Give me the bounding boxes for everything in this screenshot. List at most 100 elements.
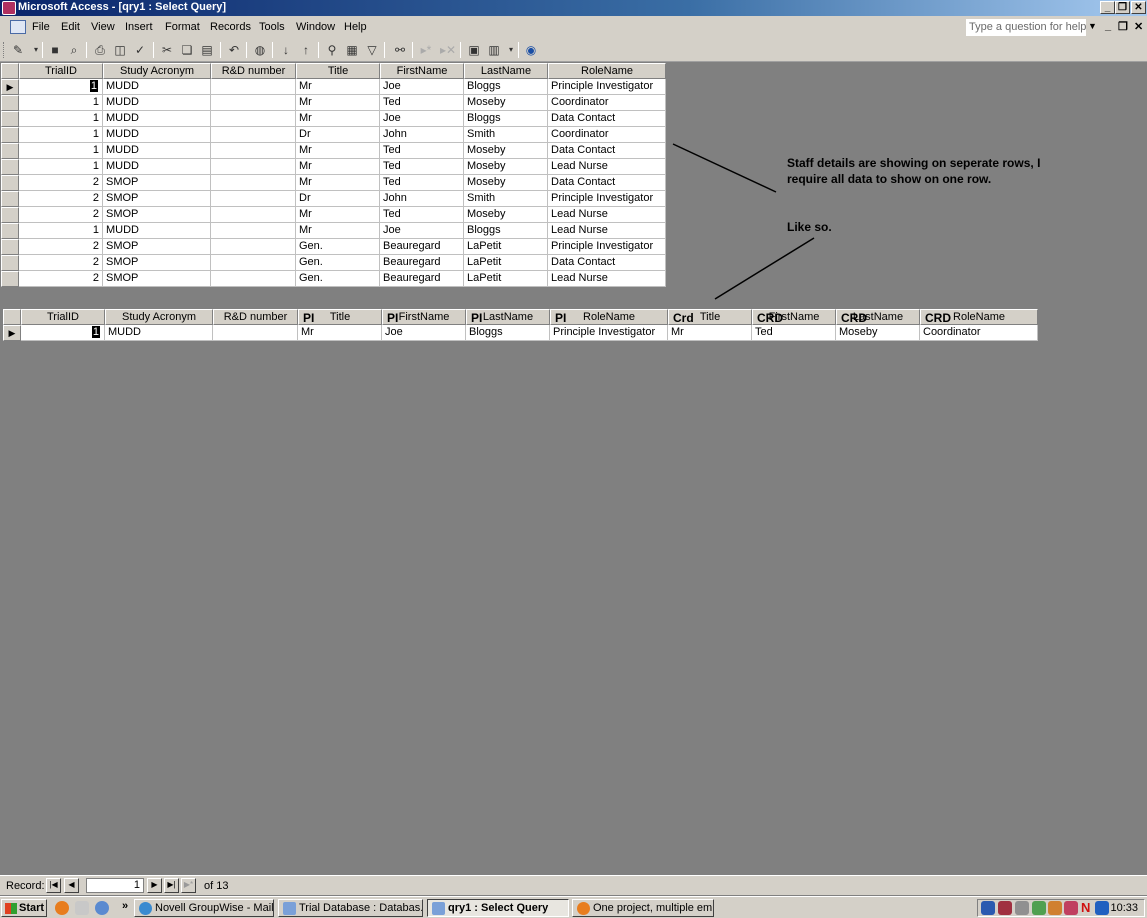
table-cell[interactable]: 1 [19, 143, 103, 159]
table-cell[interactable]: 2 [19, 175, 103, 191]
menu-help[interactable]: Help [344, 21, 367, 33]
taskbar-button-trial-database[interactable]: Trial Database : Databas... [278, 899, 423, 917]
table-cell[interactable]: John [380, 191, 464, 207]
current-record-indicator[interactable]: ▶ [1, 79, 19, 95]
table-cell[interactable]: Data Contact [548, 143, 666, 159]
record-selector[interactable] [1, 223, 19, 239]
select-all-corner[interactable] [1, 63, 19, 79]
search-icon[interactable]: ⌕ [66, 42, 82, 58]
vpn-icon[interactable] [1095, 901, 1109, 915]
table-cell[interactable]: Ted [380, 175, 464, 191]
table-cell[interactable] [211, 191, 296, 207]
undo-icon[interactable]: ↶ [226, 42, 242, 58]
record-selector[interactable] [1, 143, 19, 159]
table-cell[interactable]: Lead Nurse [548, 223, 666, 239]
hyperlink-icon[interactable]: ◍ [252, 42, 268, 58]
table-cell[interactable]: Ted [380, 207, 464, 223]
table-cell[interactable]: Moseby [464, 175, 548, 191]
save-icon[interactable]: ■ [47, 42, 63, 58]
table-cell[interactable]: Data Contact [548, 255, 666, 271]
menu-insert[interactable]: Insert [125, 21, 153, 33]
table-cell[interactable]: MUDD [105, 325, 213, 341]
table-cell[interactable]: John [380, 127, 464, 143]
column-header[interactable]: Crd Title [668, 309, 752, 325]
table-cell[interactable]: Mr [296, 223, 380, 239]
table-cell[interactable]: Bloggs [464, 223, 548, 239]
column-header[interactable]: CRD LastName [836, 309, 920, 325]
table-cell[interactable]: Mr [296, 207, 380, 223]
new-record-icon[interactable]: ▸* [418, 42, 434, 58]
desktop-quicklaunch-icon[interactable] [75, 901, 89, 915]
database-window-icon[interactable]: ▣ [466, 42, 482, 58]
filter-selection-icon[interactable]: ⚲ [324, 42, 340, 58]
table-cell[interactable]: Moseby [464, 159, 548, 175]
record-selector[interactable] [1, 159, 19, 175]
table-cell[interactable] [211, 79, 296, 95]
table-cell[interactable]: Dr [296, 191, 380, 207]
security-icon[interactable] [1064, 901, 1078, 915]
table-cell[interactable]: Mr [296, 143, 380, 159]
sort-ascending-icon[interactable]: ↓ [278, 42, 294, 58]
doc-minimize-button[interactable]: _ [1105, 20, 1111, 32]
table-cell[interactable] [211, 175, 296, 191]
network-icon[interactable] [1015, 901, 1029, 915]
quicklaunch-chevron[interactable]: » [122, 900, 128, 912]
filter-form-icon[interactable]: ▦ [344, 42, 360, 58]
record-selector[interactable] [1, 207, 19, 223]
toolbar-grip[interactable] [3, 42, 6, 58]
table-cell[interactable]: 1 [21, 325, 105, 341]
doc-close-button[interactable]: ✕ [1134, 20, 1143, 33]
table-cell[interactable]: SMOP [103, 239, 211, 255]
table-cell[interactable]: Dr [296, 127, 380, 143]
tray-app-icon[interactable] [981, 901, 995, 915]
table-cell[interactable]: LaPetit [464, 239, 548, 255]
column-header[interactable]: R&D number [213, 309, 298, 325]
record-number-input[interactable]: 1 [86, 878, 144, 893]
column-header[interactable]: TrialID [21, 309, 105, 325]
table-cell[interactable]: Bloggs [464, 111, 548, 127]
delete-record-icon[interactable]: ▸✕ [440, 42, 456, 58]
restore-button[interactable]: ❐ [1115, 1, 1130, 14]
table-cell[interactable]: Data Contact [548, 175, 666, 191]
table-cell[interactable]: SMOP [103, 207, 211, 223]
taskbar-button-browser[interactable]: One project, multiple em... [572, 899, 714, 917]
table-cell[interactable]: Coordinator [548, 127, 666, 143]
table-cell[interactable]: Beauregard [380, 239, 464, 255]
table-cell[interactable]: MUDD [103, 223, 211, 239]
table-cell[interactable]: Mr [298, 325, 382, 341]
table-cell[interactable]: SMOP [103, 175, 211, 191]
table-cell[interactable] [211, 271, 296, 287]
doc-restore-button[interactable]: ❐ [1118, 20, 1128, 33]
column-header[interactable]: FirstName [380, 63, 464, 79]
table-cell[interactable]: Gen. [296, 239, 380, 255]
table-cell[interactable]: Joe [382, 325, 466, 341]
table-cell[interactable]: MUDD [103, 127, 211, 143]
record-selector[interactable] [1, 111, 19, 127]
column-header[interactable]: Study Acronym [103, 63, 211, 79]
previous-record-button[interactable]: ◀ [64, 878, 79, 893]
table-cell[interactable]: Moseby [836, 325, 920, 341]
table-cell[interactable]: SMOP [103, 271, 211, 287]
column-header[interactable]: PI LastName [466, 309, 550, 325]
table-cell[interactable]: 1 [19, 159, 103, 175]
column-header[interactable]: CRD FirstName [752, 309, 836, 325]
new-record-nav-button[interactable]: ▶* [181, 878, 196, 893]
table-cell[interactable]: Mr [296, 79, 380, 95]
record-selector[interactable] [1, 175, 19, 191]
table-cell[interactable]: 2 [19, 191, 103, 207]
access-app-icon[interactable] [2, 1, 16, 15]
table-cell[interactable]: Principle Investigator [548, 239, 666, 255]
menu-window[interactable]: Window [296, 21, 335, 33]
table-cell[interactable]: Beauregard [380, 271, 464, 287]
table-cell[interactable]: Data Contact [548, 111, 666, 127]
column-header[interactable]: PI FirstName [382, 309, 466, 325]
record-selector[interactable] [1, 239, 19, 255]
menu-file[interactable]: File [32, 21, 50, 33]
table-cell[interactable]: 1 [19, 111, 103, 127]
table-cell[interactable]: 2 [19, 239, 103, 255]
table-cell[interactable]: Beauregard [380, 255, 464, 271]
menu-format[interactable]: Format [165, 21, 200, 33]
sort-descending-icon[interactable]: ↑ [298, 42, 314, 58]
table-cell[interactable]: MUDD [103, 143, 211, 159]
new-object-dropdown-icon[interactable]: ▾ [503, 42, 519, 58]
